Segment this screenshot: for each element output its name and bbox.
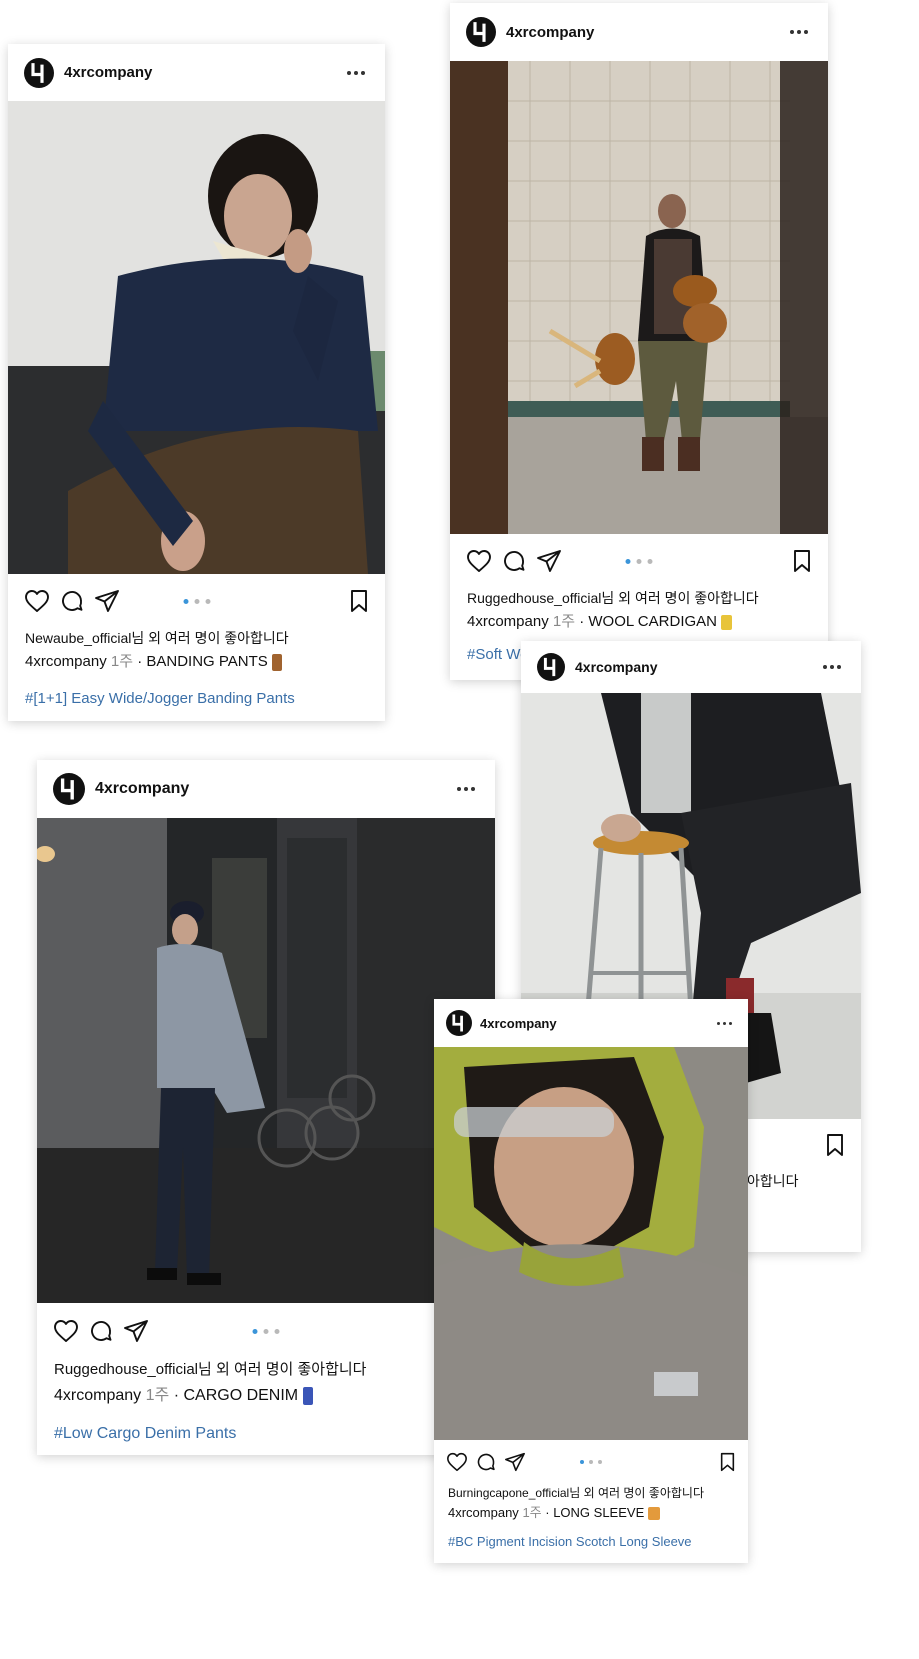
liked-by-suffix: 님 외 여러 명이 좋아합니다: [601, 590, 759, 606]
share-icon[interactable]: [94, 589, 120, 613]
caption-text: · LONG SLEEVE: [545, 1505, 645, 1520]
post-photo[interactable]: [450, 61, 828, 534]
caption-text: · CARGO DENIM: [173, 1387, 299, 1404]
post-actions: [450, 534, 828, 588]
post-header: 4xrcompany: [434, 999, 748, 1047]
heart-icon[interactable]: [446, 1452, 468, 1472]
bookmark-icon[interactable]: [719, 1452, 736, 1472]
hood-photo-illustration: [434, 1047, 748, 1440]
logo-4-icon[interactable]: [24, 57, 54, 88]
carousel-dots[interactable]: [183, 598, 210, 604]
likes-line: Ruggedhouse_official님 외 여러 명이 좋아합니다: [467, 588, 811, 608]
caption-author[interactable]: 4xrcompany: [448, 1505, 519, 1520]
caption-text: · WOOL CARDIGAN: [579, 613, 717, 630]
liked-by-user[interactable]: Burningcapone_official: [448, 1486, 569, 1500]
post-header: 4xrcompany: [521, 641, 861, 693]
post-card-wool-cardigan: 4xrcompany Ruggedhouse_official님 외 여러 명이…: [450, 3, 828, 680]
liked-by-user[interactable]: Newaube_official: [25, 630, 131, 646]
hashtag-link[interactable]: #[1+1] Easy Wide/Jogger Banding Pants: [25, 690, 368, 707]
sweater-emoji-icon: [647, 1507, 660, 1521]
carousel-dots[interactable]: [625, 558, 653, 564]
hashtag-link[interactable]: #Low Cargo Denim Pants: [54, 1425, 478, 1443]
logo-4-icon[interactable]: [53, 773, 85, 805]
post-time: 1주: [552, 613, 576, 630]
share-icon[interactable]: [504, 1452, 526, 1472]
post-username[interactable]: 4xrcompany: [575, 659, 819, 675]
likes-line: Burningcapone_official님 외 여러 명이 좋아합니다: [448, 1484, 734, 1502]
post-header: 4xrcompany: [450, 3, 828, 61]
cardigan-emoji-icon: [721, 614, 733, 630]
comment-icon[interactable]: [476, 1452, 496, 1472]
jeans-emoji-icon: [302, 1386, 313, 1405]
more-icon[interactable]: [453, 783, 479, 795]
heart-icon[interactable]: [24, 589, 50, 613]
post-actions: [8, 574, 385, 628]
post-username[interactable]: 4xrcompany: [506, 24, 786, 41]
post-time: 1주: [110, 653, 134, 670]
post-text: Burningcapone_official님 외 여러 명이 좋아합니다 4x…: [434, 1484, 748, 1549]
caption-author[interactable]: 4xrcompany: [467, 613, 549, 630]
post-card-cargo-denim: 4xrcompany Ruggedhouse_official님 외 여러 명이…: [37, 760, 495, 1455]
post-text: Ruggedhouse_official님 외 여러 명이 좋아합니다 4xrc…: [37, 1359, 495, 1443]
post-header: 4xrcompany: [37, 760, 495, 818]
share-icon[interactable]: [123, 1319, 149, 1343]
post-photo[interactable]: [434, 1047, 748, 1440]
post-card-long-sleeve: 4xrcompany Burningcapone_official님 외 여러 …: [434, 999, 748, 1563]
more-icon[interactable]: [786, 26, 812, 38]
post-time: 1주: [145, 1387, 170, 1404]
liked-by-user[interactable]: Ruggedhouse_official: [467, 590, 601, 606]
comment-icon[interactable]: [60, 589, 84, 613]
likes-line: Ruggedhouse_official님 외 여러 명이 좋아합니다: [54, 1359, 478, 1381]
liked-by-user[interactable]: Ruggedhouse_official: [54, 1361, 198, 1378]
logo-4-icon[interactable]: [537, 653, 565, 681]
stools-photo-illustration: [450, 61, 828, 534]
liked-by-suffix: 님 외 여러 명이 좋아합니다: [131, 630, 289, 646]
more-icon[interactable]: [343, 67, 369, 79]
carousel-dots[interactable]: [252, 1328, 280, 1334]
alley-photo-illustration: [37, 818, 495, 1303]
post-photo[interactable]: [37, 818, 495, 1303]
bookmark-icon[interactable]: [825, 1133, 845, 1157]
post-header: 4xrcompany: [8, 44, 385, 101]
likes-line: Newaube_official님 외 여러 명이 좋아합니다: [25, 628, 368, 648]
post-username[interactable]: 4xrcompany: [64, 64, 343, 81]
caption-author[interactable]: 4xrcompany: [54, 1387, 141, 1404]
heart-icon[interactable]: [466, 549, 492, 573]
bookmark-icon[interactable]: [349, 589, 369, 613]
liked-by-suffix: 아합니다: [747, 1173, 799, 1189]
logo-4-icon[interactable]: [446, 1010, 472, 1036]
liked-by-suffix: 님 외 여러 명이 좋아합니다: [198, 1361, 367, 1378]
more-icon[interactable]: [819, 661, 845, 673]
pants-emoji-icon: [271, 653, 282, 671]
post-actions: [37, 1303, 495, 1359]
logo-4-icon[interactable]: [466, 17, 496, 47]
heart-icon[interactable]: [53, 1319, 79, 1343]
caption-line: 4xrcompany 1주 · BANDING PANTS: [25, 648, 368, 676]
caption-text: · BANDING PANTS: [137, 653, 268, 670]
post-photo[interactable]: [8, 101, 385, 574]
post-username[interactable]: 4xrcompany: [95, 780, 453, 798]
liked-by-suffix: 님 외 여러 명이 좋아합니다: [569, 1486, 704, 1500]
post-text: Newaube_official님 외 여러 명이 좋아합니다 4xrcompa…: [8, 628, 385, 707]
bookmark-icon[interactable]: [792, 549, 812, 573]
post-actions: [434, 1440, 748, 1484]
caption-line: 4xrcompany 1주 · LONG SLEEVE: [448, 1502, 734, 1524]
comment-icon[interactable]: [502, 549, 526, 573]
more-icon[interactable]: [713, 1018, 736, 1029]
hashtag-link[interactable]: #BC Pigment Incision Scotch Long Sleeve: [448, 1534, 734, 1549]
sofa-photo-illustration: [8, 101, 385, 574]
caption-line: 4xrcompany 1주 · CARGO DENIM: [54, 1381, 478, 1411]
comment-icon[interactable]: [89, 1319, 113, 1343]
share-icon[interactable]: [536, 549, 562, 573]
caption-author[interactable]: 4xrcompany: [25, 653, 107, 670]
post-username[interactable]: 4xrcompany: [480, 1016, 713, 1031]
carousel-dots[interactable]: [580, 1460, 602, 1464]
caption-line: 4xrcompany 1주 · WOOL CARDIGAN: [467, 608, 811, 636]
post-time: 1주: [522, 1505, 542, 1520]
post-card-banding-pants: 4xrcompany Newaube_official님 외 여러 명이 좋아합…: [8, 44, 385, 721]
